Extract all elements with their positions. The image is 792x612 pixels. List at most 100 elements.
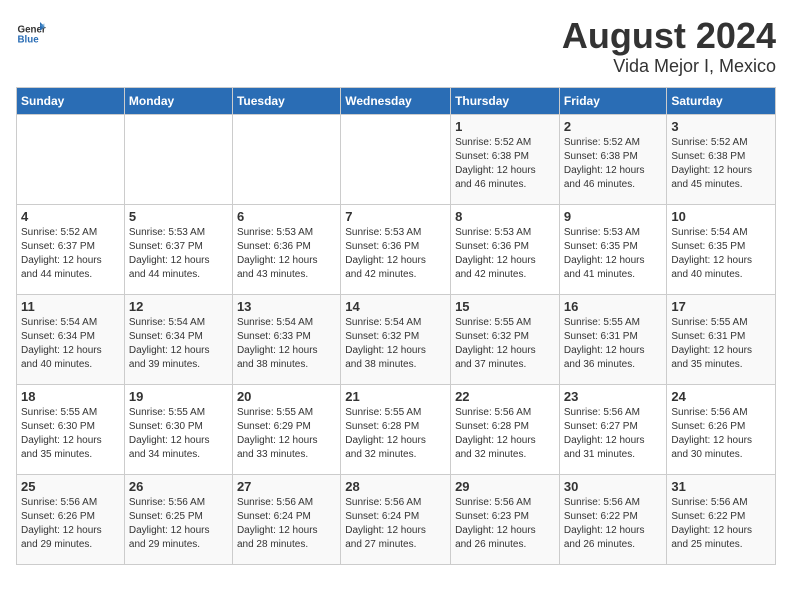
weekday-header-wednesday: Wednesday [341,87,451,114]
day-info: Sunrise: 5:55 AM Sunset: 6:31 PM Dayligh… [564,316,663,372]
calendar-title: August 2024 [562,16,776,56]
weekday-header-sunday: Sunday [17,87,125,114]
day-number: 23 [564,389,663,404]
day-number: 14 [345,299,446,314]
calendar-week-row: 1 Sunrise: 5:52 AM Sunset: 6:38 PM Daylig… [17,114,776,204]
day-number: 17 [671,299,771,314]
day-info: Sunrise: 5:54 AM Sunset: 6:35 PM Dayligh… [671,226,771,282]
title-block: August 2024 Vida Mejor I, Mexico [562,16,776,77]
day-number: 20 [237,389,336,404]
day-info: Sunrise: 5:54 AM Sunset: 6:34 PM Dayligh… [129,316,228,372]
day-number: 28 [345,479,446,494]
day-info: Sunrise: 5:55 AM Sunset: 6:28 PM Dayligh… [345,406,446,462]
day-info: Sunrise: 5:56 AM Sunset: 6:28 PM Dayligh… [455,406,555,462]
calendar-cell: 30 Sunrise: 5:56 AM Sunset: 6:22 PM Dayli… [559,474,667,564]
day-info: Sunrise: 5:56 AM Sunset: 6:24 PM Dayligh… [237,496,336,552]
calendar-cell: 3Sunrise: 5:52 AM Sunset: 6:38 PM Daylig… [667,114,776,204]
calendar-subtitle: Vida Mejor I, Mexico [562,56,776,77]
day-info: Sunrise: 5:53 AM Sunset: 6:36 PM Dayligh… [237,226,336,282]
day-info: Sunrise: 5:54 AM Sunset: 6:34 PM Dayligh… [21,316,120,372]
calendar-cell: 20 Sunrise: 5:55 AM Sunset: 6:29 PM Dayli… [232,384,340,474]
calendar-cell: 17 Sunrise: 5:55 AM Sunset: 6:31 PM Dayli… [667,294,776,384]
weekday-header-row: SundayMondayTuesdayWednesdayThursdayFrid… [17,87,776,114]
calendar-cell: 24 Sunrise: 5:56 AM Sunset: 6:26 PM Dayli… [667,384,776,474]
calendar-cell: 25Sunrise: 5:56 AM Sunset: 6:26 PM Dayli… [17,474,125,564]
day-number: 26 [129,479,228,494]
calendar-cell: 2Sunrise: 5:52 AM Sunset: 6:38 PM Daylig… [559,114,667,204]
calendar-cell: 10Sunrise: 5:54 AM Sunset: 6:35 PM Dayli… [667,204,776,294]
calendar-cell: 1 Sunrise: 5:52 AM Sunset: 6:38 PM Daylig… [451,114,560,204]
weekday-header-saturday: Saturday [667,87,776,114]
day-number: 9 [564,209,663,224]
calendar-cell: 7Sunrise: 5:53 AM Sunset: 6:36 PM Daylig… [341,204,451,294]
day-number: 30 [564,479,663,494]
calendar-cell: 14 Sunrise: 5:54 AM Sunset: 6:32 PM Dayli… [341,294,451,384]
calendar-cell: 26 Sunrise: 5:56 AM Sunset: 6:25 PM Dayli… [124,474,232,564]
day-info: Sunrise: 5:55 AM Sunset: 6:30 PM Dayligh… [129,406,228,462]
calendar-cell: 23 Sunrise: 5:56 AM Sunset: 6:27 PM Dayli… [559,384,667,474]
day-number: 31 [671,479,771,494]
calendar-cell: 13 Sunrise: 5:54 AM Sunset: 6:33 PM Dayli… [232,294,340,384]
day-info: Sunrise: 5:55 AM Sunset: 6:29 PM Dayligh… [237,406,336,462]
day-info: Sunrise: 5:54 AM Sunset: 6:32 PM Dayligh… [345,316,446,372]
calendar-cell [341,114,451,204]
weekday-header-tuesday: Tuesday [232,87,340,114]
day-number: 21 [345,389,446,404]
day-info: Sunrise: 5:56 AM Sunset: 6:22 PM Dayligh… [671,496,771,552]
day-number: 8 [455,209,555,224]
calendar-week-row: 11Sunrise: 5:54 AM Sunset: 6:34 PM Dayli… [17,294,776,384]
day-number: 1 [455,119,555,134]
weekday-header-monday: Monday [124,87,232,114]
calendar-cell: 19 Sunrise: 5:55 AM Sunset: 6:30 PM Dayli… [124,384,232,474]
calendar-cell [124,114,232,204]
day-number: 25 [21,479,120,494]
calendar-cell: 11Sunrise: 5:54 AM Sunset: 6:34 PM Dayli… [17,294,125,384]
day-info: Sunrise: 5:55 AM Sunset: 6:31 PM Dayligh… [671,316,771,372]
day-info: Sunrise: 5:55 AM Sunset: 6:30 PM Dayligh… [21,406,120,462]
day-info: Sunrise: 5:52 AM Sunset: 6:38 PM Dayligh… [455,136,555,192]
calendar-table: SundayMondayTuesdayWednesdayThursdayFrid… [16,87,776,565]
day-number: 22 [455,389,555,404]
calendar-cell: 21 Sunrise: 5:55 AM Sunset: 6:28 PM Dayli… [341,384,451,474]
day-number: 19 [129,389,228,404]
day-number: 18 [21,389,120,404]
calendar-cell: 6 Sunrise: 5:53 AM Sunset: 6:36 PM Daylig… [232,204,340,294]
page-header: General Blue August 2024 Vida Mejor I, M… [16,16,776,77]
day-info: Sunrise: 5:56 AM Sunset: 6:22 PM Dayligh… [564,496,663,552]
day-number: 16 [564,299,663,314]
day-info: Sunrise: 5:52 AM Sunset: 6:38 PM Dayligh… [564,136,663,192]
calendar-cell: 15 Sunrise: 5:55 AM Sunset: 6:32 PM Dayli… [451,294,560,384]
calendar-cell: 5Sunrise: 5:53 AM Sunset: 6:37 PM Daylig… [124,204,232,294]
calendar-cell: 31 Sunrise: 5:56 AM Sunset: 6:22 PM Dayli… [667,474,776,564]
calendar-cell: 18 Sunrise: 5:55 AM Sunset: 6:30 PM Dayli… [17,384,125,474]
day-number: 13 [237,299,336,314]
day-info: Sunrise: 5:56 AM Sunset: 6:26 PM Dayligh… [671,406,771,462]
calendar-cell: 4Sunrise: 5:52 AM Sunset: 6:37 PM Daylig… [17,204,125,294]
day-info: Sunrise: 5:54 AM Sunset: 6:33 PM Dayligh… [237,316,336,372]
day-info: Sunrise: 5:56 AM Sunset: 6:23 PM Dayligh… [455,496,555,552]
calendar-cell [232,114,340,204]
day-info: Sunrise: 5:56 AM Sunset: 6:25 PM Dayligh… [129,496,228,552]
calendar-cell: 16 Sunrise: 5:55 AM Sunset: 6:31 PM Dayli… [559,294,667,384]
day-number: 4 [21,209,120,224]
calendar-cell: 12 Sunrise: 5:54 AM Sunset: 6:34 PM Dayli… [124,294,232,384]
day-info: Sunrise: 5:55 AM Sunset: 6:32 PM Dayligh… [455,316,555,372]
calendar-cell: 22 Sunrise: 5:56 AM Sunset: 6:28 PM Dayli… [451,384,560,474]
calendar-week-row: 25Sunrise: 5:56 AM Sunset: 6:26 PM Dayli… [17,474,776,564]
day-info: Sunrise: 5:56 AM Sunset: 6:24 PM Dayligh… [345,496,446,552]
day-number: 24 [671,389,771,404]
calendar-cell [17,114,125,204]
day-number: 15 [455,299,555,314]
day-info: Sunrise: 5:53 AM Sunset: 6:37 PM Dayligh… [129,226,228,282]
day-info: Sunrise: 5:56 AM Sunset: 6:27 PM Dayligh… [564,406,663,462]
calendar-cell: 27 Sunrise: 5:56 AM Sunset: 6:24 PM Dayli… [232,474,340,564]
day-number: 6 [237,209,336,224]
logo: General Blue [16,16,46,46]
day-info: Sunrise: 5:52 AM Sunset: 6:38 PM Dayligh… [671,136,771,192]
logo-icon: General Blue [16,16,46,46]
weekday-header-thursday: Thursday [451,87,560,114]
day-number: 7 [345,209,446,224]
day-info: Sunrise: 5:53 AM Sunset: 6:35 PM Dayligh… [564,226,663,282]
day-number: 12 [129,299,228,314]
day-number: 27 [237,479,336,494]
